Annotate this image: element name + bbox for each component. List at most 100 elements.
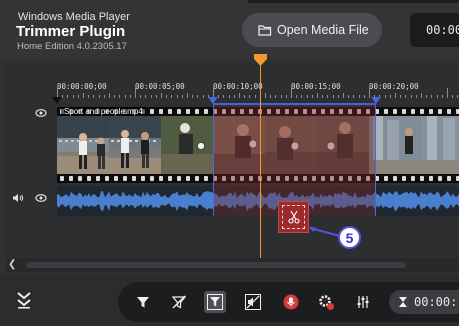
open-media-file-button[interactable]: Open Media File [242, 13, 382, 47]
audio-track-eye-icon[interactable] [35, 193, 47, 203]
ruler-tick [353, 95, 355, 98]
settings-icon [319, 295, 334, 310]
filter-square-icon [207, 294, 223, 310]
ruler-tick [93, 95, 95, 98]
ruler-tick [228, 95, 230, 98]
sprocket-hole [411, 109, 415, 114]
video-thumbnail [369, 116, 421, 174]
ruler-label: 00:00:10;00 [213, 82, 263, 91]
sprocket-hole [411, 176, 415, 181]
collapse-icon[interactable] [16, 291, 32, 309]
sprocket-hole [150, 109, 154, 114]
mute-video-button[interactable] [242, 291, 264, 313]
ruler-tick [150, 95, 152, 98]
clip-start-marker[interactable] [52, 97, 62, 104]
ruler-tick [275, 95, 277, 98]
filter-icon [137, 297, 149, 308]
ruler-tick [192, 95, 194, 98]
sprocket-hole [132, 176, 136, 181]
sprocket-hole [150, 176, 154, 181]
filter-off-button[interactable] [168, 291, 190, 313]
video-thumbnail [161, 116, 213, 174]
ruler-label: 00:00:00;00 [57, 82, 107, 91]
ruler-tick [441, 95, 443, 98]
sprocket-hole [438, 109, 442, 114]
ruler-tick [181, 95, 183, 98]
sprocket-hole [60, 176, 64, 181]
ruler-label: 00:00:20;00 [369, 82, 419, 91]
sprocket-hole [204, 176, 208, 181]
duration-display: 00:00: [389, 290, 459, 314]
sprocket-hole [69, 176, 73, 181]
filter-toggle-button[interactable] [204, 291, 226, 313]
duration-value: 00:00: [414, 295, 458, 309]
record-audio-button[interactable] [280, 291, 302, 313]
callout-badge: 5 [338, 226, 361, 249]
sprocket-hole [204, 109, 208, 114]
settings-button[interactable] [315, 291, 337, 313]
ruler-tick [67, 95, 69, 98]
ruler-tick [166, 95, 168, 98]
ruler-tick [337, 95, 339, 98]
video-track-eye-icon[interactable] [35, 108, 47, 118]
ruler-tick [291, 88, 292, 98]
ruler-tick [176, 95, 178, 98]
selection-end-marker[interactable] [371, 97, 381, 104]
scrollbar-thumb[interactable] [26, 262, 406, 268]
ruler-tick [285, 95, 287, 98]
cut-segment-button[interactable] [278, 201, 309, 233]
app-edition: Home Edition 4.0.2305.17 [17, 41, 127, 52]
speaker-icon[interactable] [12, 193, 24, 203]
ruler-tick [140, 95, 142, 98]
ruler-tick [311, 95, 313, 98]
ruler-tick [187, 93, 188, 98]
top-strip [248, 0, 459, 3]
equalizer-button[interactable] [352, 291, 374, 313]
ruler-tick [83, 93, 84, 98]
sprocket-hole [447, 109, 451, 114]
playhead-handle[interactable] [254, 54, 267, 67]
ruler-tick [296, 95, 298, 98]
ruler-tick [332, 95, 334, 98]
chevron-left-icon[interactable]: ❮ [8, 259, 16, 270]
ruler-tick [98, 95, 100, 98]
ruler-tick [343, 93, 344, 98]
sprocket-hole [420, 109, 424, 114]
ruler-tick [171, 95, 173, 98]
ruler-tick [410, 95, 412, 98]
ruler-tick [244, 95, 246, 98]
sprocket-hole [78, 176, 82, 181]
ruler-tick [129, 95, 131, 98]
sprocket-hole [159, 176, 163, 181]
selection-start-marker[interactable] [208, 97, 218, 104]
video-thumbnail [57, 116, 109, 174]
equalizer-icon [357, 296, 369, 308]
folder-icon [258, 25, 272, 36]
sprocket-hole [438, 176, 442, 181]
filter-button[interactable] [132, 291, 154, 313]
ruler-tick [457, 95, 459, 98]
ruler-tick [322, 95, 324, 98]
app-title: Trimmer Plugin [16, 23, 126, 40]
sprocket-hole [384, 176, 388, 181]
ruler-tick [161, 93, 162, 98]
sprocket-hole [87, 176, 91, 181]
ruler-tick [124, 95, 126, 98]
clip-name-label: Sport and people.mp4 [61, 107, 146, 116]
sprocket-hole [96, 176, 100, 181]
playhead-line[interactable] [260, 58, 261, 258]
sprocket-hole [186, 176, 190, 181]
ruler-tick [405, 95, 407, 98]
time-ruler[interactable]: 00:00:00;00 00:00:05;00 00:00:10;00 00:0… [57, 78, 459, 98]
ruler-tick [317, 93, 318, 98]
ruler-tick [88, 95, 90, 98]
trim-selection-bar [213, 103, 376, 105]
sprocket-hole [114, 176, 118, 181]
ruler-tick [135, 88, 136, 98]
ruler-tick [202, 95, 204, 98]
current-time-display: 00:00 [410, 13, 459, 47]
trim-selection-region[interactable] [213, 104, 376, 216]
ruler-label: 00:00:05;00 [135, 82, 185, 91]
ruler-tick [389, 95, 391, 98]
ruler-tick [280, 95, 282, 98]
